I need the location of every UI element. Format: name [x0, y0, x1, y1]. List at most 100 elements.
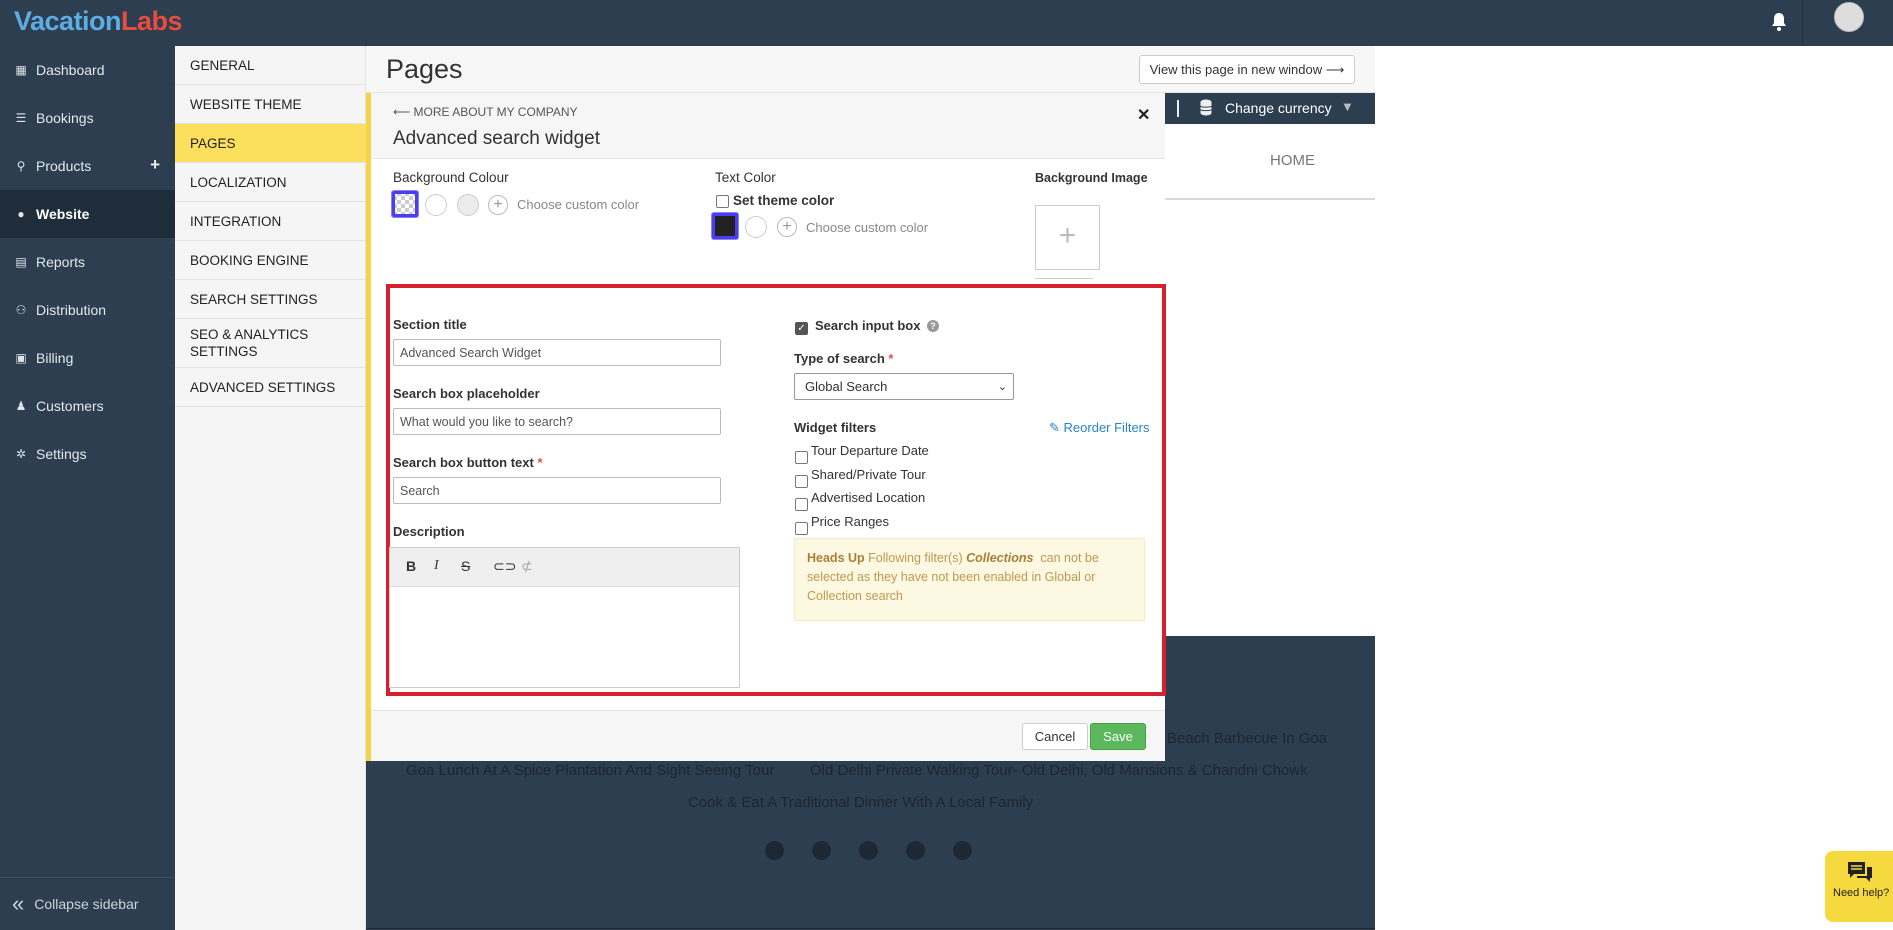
- submenu-seo-analytics[interactable]: SEO & ANALYTICS SETTINGS: [175, 319, 325, 367]
- caret-down-icon[interactable]: ▼: [1341, 99, 1354, 114]
- report-icon: ▤: [15, 255, 27, 269]
- close-icon[interactable]: ✕: [1137, 105, 1150, 125]
- back-link[interactable]: ⟵ MORE ABOUT MY COMPANY: [393, 105, 578, 119]
- filter-label: Advertised Location: [811, 490, 926, 505]
- submenu-website-theme[interactable]: WEBSITE THEME: [175, 85, 366, 124]
- bg-swatch-transparent[interactable]: [392, 191, 418, 217]
- sidebar-item-customers[interactable]: ♟ Customers: [0, 382, 175, 430]
- filter-checkbox-shared-private-tour[interactable]: [795, 475, 808, 488]
- sidebar-item-website[interactable]: ● Website: [0, 190, 175, 238]
- search-placeholder-input[interactable]: What would you like to search?: [393, 408, 721, 435]
- top-bar: VacationLabs: [0, 0, 1893, 46]
- website-submenu: GENERAL WEBSITE THEME PAGES LOCALIZATION…: [175, 46, 366, 930]
- editor-toolbar: B I S ⊂⊃ ⊄: [390, 548, 739, 587]
- sidebar-item-settings[interactable]: ✲ Settings: [0, 430, 175, 478]
- sidebar-item-bookings[interactable]: ☰ Bookings: [0, 94, 175, 142]
- bg-image-underline: [1035, 278, 1093, 279]
- description-editor[interactable]: B I S ⊂⊃ ⊄: [389, 547, 740, 688]
- cancel-button[interactable]: Cancel: [1022, 723, 1088, 750]
- widget-filters-label: Widget filters: [794, 420, 877, 435]
- sidebar-item-reports[interactable]: ▤ Reports: [0, 238, 175, 286]
- button-text-input[interactable]: Search: [393, 477, 721, 504]
- youtube-icon[interactable]: [953, 841, 972, 860]
- filter-label: Tour Departure Date: [811, 443, 929, 458]
- add-custom-color-icon[interactable]: +: [488, 195, 508, 215]
- submenu-search-settings[interactable]: SEARCH SETTINGS: [175, 280, 366, 319]
- set-theme-color-checkbox[interactable]: [716, 195, 729, 208]
- bold-icon[interactable]: B: [406, 558, 416, 574]
- add-custom-text-color-icon[interactable]: +: [777, 217, 797, 237]
- double-chevron-left-icon: «: [12, 891, 25, 916]
- type-of-search-select[interactable]: Global Search ⌄: [794, 373, 1014, 400]
- bg-swatch-light-grey[interactable]: [457, 194, 479, 216]
- text-choose-custom-color[interactable]: Choose custom color: [806, 220, 928, 235]
- button-text-label: Search box button text *: [393, 455, 543, 470]
- strikethrough-icon[interactable]: S: [461, 558, 470, 574]
- section-title-label: Section title: [393, 317, 467, 332]
- required-asterisk: *: [888, 351, 894, 366]
- italic-icon[interactable]: I: [434, 558, 439, 574]
- sidebar-item-billing[interactable]: ▣ Billing: [0, 334, 175, 382]
- bg-swatch-white[interactable]: [425, 194, 447, 216]
- chevron-down-icon: ⌄: [997, 381, 1007, 393]
- search-input-box-label: Search input box: [815, 318, 921, 333]
- filter-checkbox-price-ranges[interactable]: [795, 522, 808, 535]
- page-title: Pages: [386, 54, 463, 84]
- submenu-localization[interactable]: LOCALIZATION: [175, 163, 366, 202]
- text-swatch-white[interactable]: [745, 216, 767, 238]
- link-icon[interactable]: ⊂⊃: [493, 558, 516, 575]
- user-avatar[interactable]: [1834, 2, 1864, 32]
- submenu-advanced-settings[interactable]: ADVANCED SETTINGS: [175, 368, 366, 407]
- pinterest-icon[interactable]: [859, 841, 878, 860]
- user-icon: ♟: [15, 399, 27, 413]
- need-help-widget[interactable]: Need help?: [1825, 851, 1893, 922]
- footer-link[interactable]: Goa Lunch At A Spice Plantation And Sigh…: [406, 762, 774, 779]
- add-product-icon[interactable]: +: [150, 155, 160, 175]
- twitter-icon[interactable]: [812, 841, 831, 860]
- footer-link[interactable]: Beach Barbecue In Goa: [1167, 730, 1327, 747]
- text-swatch-dark[interactable]: [712, 213, 738, 239]
- preview-nav-home[interactable]: HOME: [1270, 152, 1315, 169]
- description-label: Description: [393, 524, 465, 539]
- submenu-booking-engine[interactable]: BOOKING ENGINE: [175, 241, 366, 280]
- list-icon: ☰: [15, 111, 27, 125]
- background-image-label: Background Image: [1035, 171, 1148, 185]
- vacationlabs-logo[interactable]: VacationLabs: [14, 6, 183, 37]
- database-icon: [1200, 99, 1212, 116]
- facebook-icon[interactable]: [765, 841, 784, 860]
- footer-divider: [366, 928, 1375, 929]
- submenu-integration[interactable]: INTEGRATION: [175, 202, 366, 241]
- preview-divider: [1177, 100, 1179, 117]
- modal-header: ⟵ MORE ABOUT MY COMPANY Advanced search …: [371, 93, 1165, 159]
- section-title-input[interactable]: Advanced Search Widget: [393, 339, 721, 366]
- unlink-icon[interactable]: ⊄: [521, 558, 533, 575]
- preview-navbar: HOME: [1165, 124, 1375, 200]
- sidebar-item-distribution[interactable]: ⚇ Distribution: [0, 286, 175, 334]
- change-currency-link[interactable]: Change currency: [1225, 100, 1332, 116]
- collapse-sidebar-button[interactable]: «Collapse sidebar: [0, 877, 175, 930]
- bell-icon[interactable]: [1767, 10, 1791, 34]
- search-input-box-checkbox[interactable]: ✓: [795, 322, 808, 335]
- modal-footer: Cancel Save: [371, 710, 1165, 761]
- topbar-divider: [1802, 0, 1803, 46]
- submenu-pages[interactable]: PAGES: [175, 124, 366, 163]
- filter-label: Price Ranges: [811, 514, 890, 529]
- search-placeholder-label: Search box placeholder: [393, 386, 540, 401]
- filter-checkbox-tour-departure-date[interactable]: [795, 451, 808, 464]
- help-question-icon[interactable]: ?: [927, 320, 939, 332]
- view-page-new-window-button[interactable]: View this page in new window ⟶: [1139, 55, 1355, 84]
- bg-choose-custom-color[interactable]: Choose custom color: [517, 197, 639, 212]
- page-header: Pages View this page in new window ⟶: [366, 46, 1375, 93]
- background-colour-label: Background Colour: [393, 170, 509, 185]
- sidebar-item-dashboard[interactable]: ▦ Dashboard: [0, 46, 175, 94]
- required-asterisk: *: [537, 455, 543, 470]
- add-background-image-button[interactable]: +: [1035, 205, 1100, 270]
- tripadvisor-icon[interactable]: [906, 841, 925, 860]
- reorder-filters-link[interactable]: ✎ Reorder Filters: [1049, 420, 1150, 436]
- footer-link[interactable]: Cook & Eat A Traditional Dinner With A L…: [688, 794, 1033, 811]
- filter-checkbox-advertised-location[interactable]: [795, 498, 808, 511]
- save-button[interactable]: Save: [1090, 723, 1146, 750]
- sidebar-item-products[interactable]: ⚲ Products +: [0, 142, 175, 190]
- footer-link[interactable]: Old Delhi Private Walking Tour- Old Delh…: [810, 762, 1308, 779]
- submenu-general[interactable]: GENERAL: [175, 46, 366, 85]
